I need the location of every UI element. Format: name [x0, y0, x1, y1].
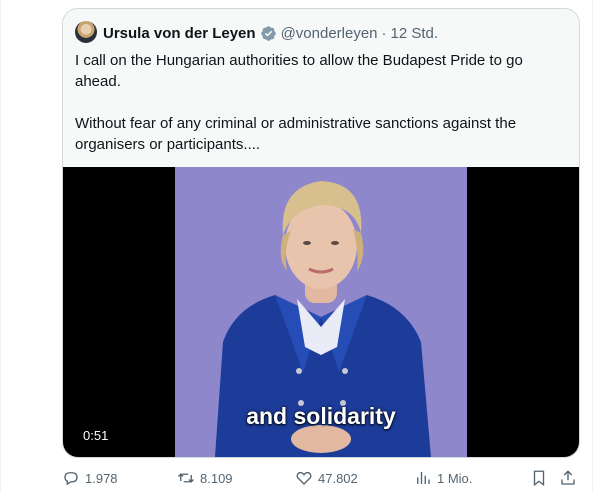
timeline-divider-left — [0, 0, 1, 493]
repost-icon — [178, 473, 194, 483]
tweet-text: I call on the Hungarian authorities to a… — [75, 50, 565, 155]
tweet-actions: 1.978 8.109 47.802 1 Mio. — [62, 467, 592, 489]
separator-dot: · — [381, 24, 387, 42]
reply-button[interactable]: 1.978 — [62, 467, 118, 489]
repost-count: 8.109 — [200, 470, 233, 486]
reply-count: 1.978 — [85, 470, 118, 486]
author-handle[interactable]: @vonderleyen — [281, 25, 378, 42]
share-icon — [561, 470, 575, 485]
timestamp[interactable]: 12 Std. — [391, 25, 439, 42]
author-name[interactable]: Ursula von der Leyen — [103, 25, 256, 42]
video-duration: 0:51 — [77, 426, 115, 445]
avatar[interactable] — [75, 21, 97, 43]
bookmark-icon — [533, 470, 545, 487]
repost-button[interactable]: 8.109 — [177, 467, 233, 489]
views-button[interactable]: 1 Mio. — [414, 467, 472, 489]
heart-icon — [296, 471, 312, 485]
like-count: 47.802 — [318, 470, 358, 486]
quoted-tweet-card[interactable]: Ursula von der Leyen @vonderleyen · 12 S… — [62, 8, 580, 458]
share-button[interactable] — [559, 467, 577, 489]
verified-badge-icon[interactable] — [260, 25, 277, 42]
reply-icon — [64, 472, 78, 486]
video-caption: and solidarity — [246, 403, 396, 429]
like-button[interactable]: 47.802 — [295, 467, 358, 489]
video-player[interactable]: and solidarity 0:51 — [63, 167, 579, 457]
views-count: 1 Mio. — [437, 470, 473, 486]
author-line: Ursula von der Leyen @vonderleyen · 12 S… — [103, 22, 438, 44]
quoted-tweet-header: Ursula von der Leyen @vonderleyen · 12 S… — [63, 9, 579, 167]
timeline-divider-right — [592, 0, 593, 493]
tweet-paragraph: I call on the Hungarian authorities to a… — [75, 52, 523, 90]
views-icon — [417, 472, 430, 484]
video-frame: and solidarity — [175, 167, 467, 457]
bookmark-button[interactable] — [530, 467, 548, 489]
tweet-paragraph: Without fear of any criminal or administ… — [75, 115, 517, 153]
